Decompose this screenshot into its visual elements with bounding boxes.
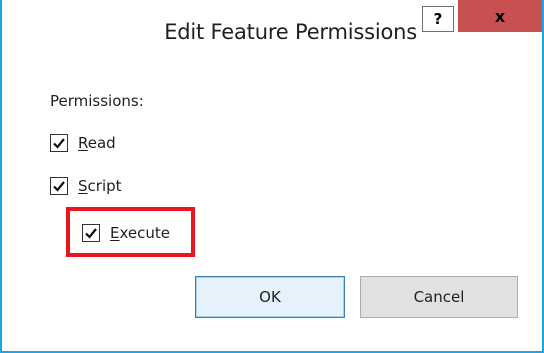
dialog-content: Permissions: Read Script Execute OK Canc… bbox=[2, 64, 542, 351]
permissions-label: Permissions: bbox=[50, 92, 144, 110]
read-label: Read bbox=[78, 134, 116, 152]
title-bar[interactable]: Edit Feature Permissions ? x bbox=[2, 0, 542, 64]
script-label: Script bbox=[78, 177, 122, 195]
help-button[interactable]: ? bbox=[422, 6, 454, 32]
script-checkbox[interactable]: Script bbox=[50, 175, 122, 197]
read-checkbox[interactable]: Read bbox=[50, 132, 116, 154]
execute-checkbox[interactable]: Execute bbox=[82, 222, 170, 244]
execute-label: Execute bbox=[110, 224, 170, 242]
close-button[interactable]: x bbox=[458, 0, 542, 32]
help-icon: ? bbox=[433, 10, 443, 28]
ok-button[interactable]: OK bbox=[195, 276, 345, 318]
window-title: Edit Feature Permissions bbox=[164, 20, 417, 44]
checkbox-checked-icon[interactable] bbox=[50, 177, 68, 195]
cancel-button[interactable]: Cancel bbox=[360, 276, 518, 318]
checkbox-checked-icon[interactable] bbox=[50, 134, 68, 152]
close-icon: x bbox=[494, 6, 506, 26]
checkbox-checked-icon[interactable] bbox=[82, 224, 100, 242]
dialog-window: Edit Feature Permissions ? x Permissions… bbox=[0, 0, 544, 353]
